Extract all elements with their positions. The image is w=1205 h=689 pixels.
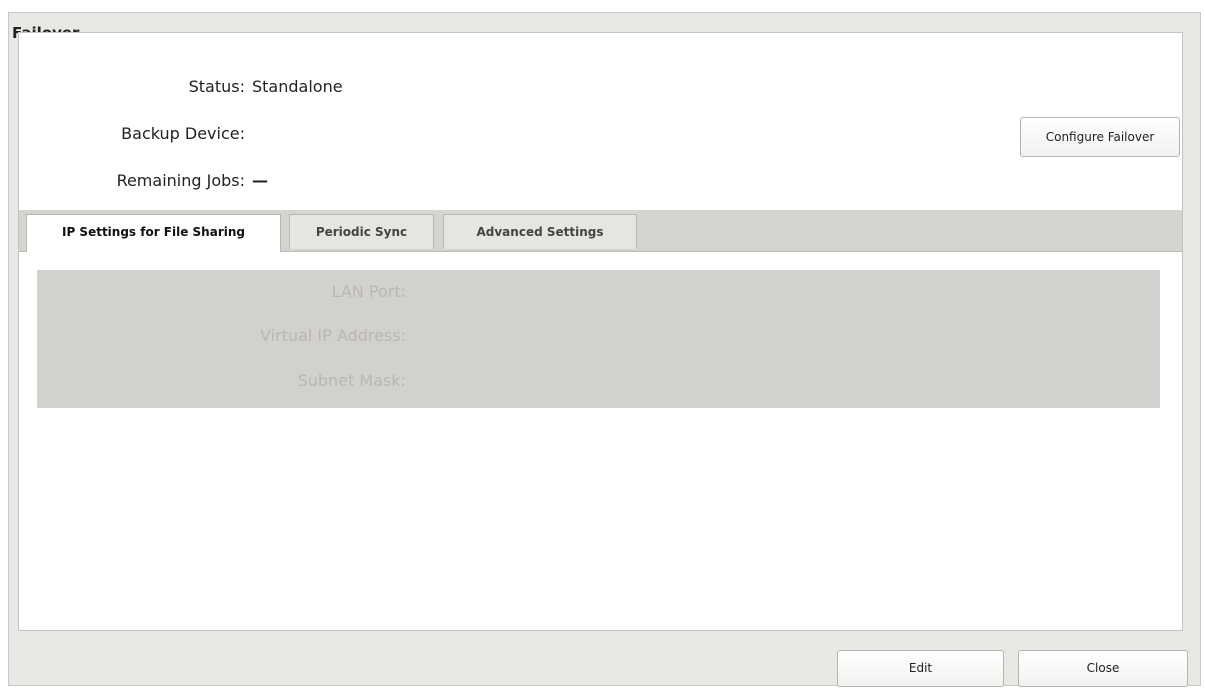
backup-device-label: Backup Device: xyxy=(121,124,245,143)
close-button[interactable]: Close xyxy=(1018,650,1188,687)
status-label: Status: xyxy=(188,77,245,96)
remaining-jobs-value: — xyxy=(252,171,268,190)
tab-content-ip-settings: LAN Port: Virtual IP Address: Subnet Mas… xyxy=(19,252,1182,630)
tab-ip-settings[interactable]: IP Settings for File Sharing xyxy=(26,214,281,252)
tab-periodic-sync[interactable]: Periodic Sync xyxy=(289,214,434,249)
failover-dialog: Failover Status: Standalone Backup Devic… xyxy=(8,12,1201,687)
ip-settings-disabled-panel: LAN Port: Virtual IP Address: Subnet Mas… xyxy=(37,270,1160,408)
backup-device-row: Backup Device: xyxy=(19,124,1182,148)
content-panel: Status: Standalone Backup Device: Remain… xyxy=(18,32,1183,631)
status-value: Standalone xyxy=(252,77,343,96)
remaining-jobs-label: Remaining Jobs: xyxy=(116,171,245,190)
edit-button[interactable]: Edit xyxy=(837,650,1004,687)
remaining-jobs-row: Remaining Jobs: — xyxy=(19,171,1182,195)
configure-failover-button[interactable]: Configure Failover xyxy=(1020,117,1180,157)
tab-advanced-settings[interactable]: Advanced Settings xyxy=(443,214,637,249)
lan-port-label: LAN Port: xyxy=(331,282,406,301)
virtual-ip-address-label: Virtual IP Address: xyxy=(260,326,406,345)
status-row: Status: Standalone xyxy=(19,77,1182,101)
tab-bar: IP Settings for File Sharing Periodic Sy… xyxy=(19,210,1182,252)
subnet-mask-label: Subnet Mask: xyxy=(297,371,406,390)
